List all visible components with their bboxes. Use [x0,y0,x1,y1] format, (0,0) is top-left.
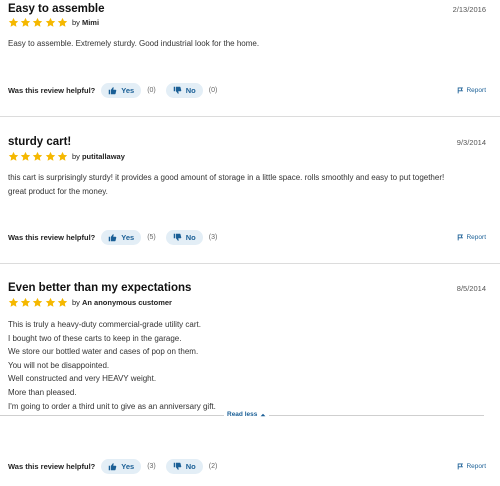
review-text-line: this cart is surprisingly sturdy! it pro… [8,173,445,182]
star-icon [20,17,31,28]
by-prefix: by [71,18,80,27]
star-icon [20,151,31,162]
review-text-line: Well constructed and very HEAVY weight. [8,374,157,384]
star-icon [32,151,43,162]
report-label: Report [466,234,486,241]
rating-stars: by putitallaway [8,151,125,162]
read-less-label: Read less [227,411,258,418]
helpful-prompt: Was this review helpful? [8,462,96,471]
star-icon [32,297,43,308]
star-icon [45,17,56,28]
review-title: sturdy cart! [8,136,72,148]
thumbs-up-icon [108,462,117,471]
review-date: 9/3/2014 [456,138,486,147]
review-text-line: Easy to assemble. Extremely sturdy. Good… [8,39,260,48]
yes-label: Yes [121,233,135,242]
star-icon [45,297,56,308]
star-icon [32,17,43,28]
star-icon [45,151,56,162]
helpful-row: Was this review helpful? Yes (3) No (2) [8,459,488,474]
no-count: (3) [208,234,218,241]
thumbs-up-icon [108,233,117,242]
no-count: (0) [208,87,218,94]
yes-label: Yes [121,86,135,95]
author-name[interactable]: putitallaway [82,152,125,161]
yes-button[interactable]: Yes [101,459,142,474]
author-line: by Mimi [72,18,99,27]
review-text-line: great product for the money. [8,186,108,196]
caret-up-icon [260,412,266,418]
review-text-line: More than pleased. [8,387,77,397]
helpful-row: Was this review helpful? Yes (5) No (3) [8,230,488,245]
star-icon [8,297,19,308]
report-label: Report [466,87,486,94]
yes-button[interactable]: Yes [101,230,142,245]
report-link[interactable]: Report [457,87,486,94]
rating-stars: by Mimi [8,17,99,28]
review-text-line: I bought two of these carts to keep in t… [8,333,182,343]
review-title: Even better than my expectations [8,282,192,294]
author-line: by putitallaway [72,152,125,161]
no-button[interactable]: No [165,459,203,474]
read-less-toggle[interactable]: Read less [224,411,270,418]
thumbs-down-icon [173,86,182,95]
helpful-prompt: Was this review helpful? [8,233,96,242]
review-text-line: We store our bottled water and cases of … [8,347,199,357]
star-icon [57,17,68,28]
star-icon [57,297,68,308]
yes-label: Yes [121,462,135,471]
no-count: (2) [208,463,218,470]
review-body: this cart is surprisingly sturdy! it pro… [8,171,488,198]
yes-count: (5) [147,234,156,241]
thumbs-up-icon [108,86,117,95]
no-label: No [185,86,196,95]
star-icon [8,151,19,162]
thumbs-down-icon [173,462,182,471]
report-link[interactable]: Report [457,234,486,241]
helpful-prompt: Was this review helpful? [8,86,96,95]
thumbs-down-icon [173,233,182,242]
review-body: Easy to assemble. Extremely sturdy. Good… [8,37,488,51]
no-label: No [185,462,196,471]
helpful-row: Was this review helpful? Yes (0) No (0) [8,83,488,98]
review-date: 2/13/2016 [452,5,486,14]
author-name[interactable]: An anonymous customer [82,298,172,307]
by-prefix: by [71,298,80,307]
review-divider [0,263,500,264]
star-icon [57,151,68,162]
author-name[interactable]: Mimi [82,18,99,27]
star-icon [8,17,19,28]
no-button[interactable]: No [165,230,203,245]
report-link[interactable]: Report [457,463,486,470]
rating-stars: by An anonymous customer [8,297,172,308]
review-body: This is truly a heavy-duty commercial-gr… [8,318,488,413]
yes-count: (3) [147,463,156,470]
review-date: 8/5/2014 [456,284,486,293]
flag-icon [457,234,464,241]
review-divider [0,116,500,117]
yes-button[interactable]: Yes [101,83,142,98]
no-label: No [185,233,196,242]
by-prefix: by [71,152,80,161]
review-title: Easy to assemble [8,3,105,15]
no-button[interactable]: No [165,83,203,98]
star-icon [20,297,31,308]
review-text-line: You will not be disappointed. [8,360,110,370]
flag-icon [457,87,464,94]
report-label: Report [466,463,486,470]
author-line: by An anonymous customer [72,298,172,307]
yes-count: (0) [147,87,156,94]
flag-icon [457,463,464,470]
review-text-line: This is truly a heavy-duty commercial-gr… [8,320,201,329]
